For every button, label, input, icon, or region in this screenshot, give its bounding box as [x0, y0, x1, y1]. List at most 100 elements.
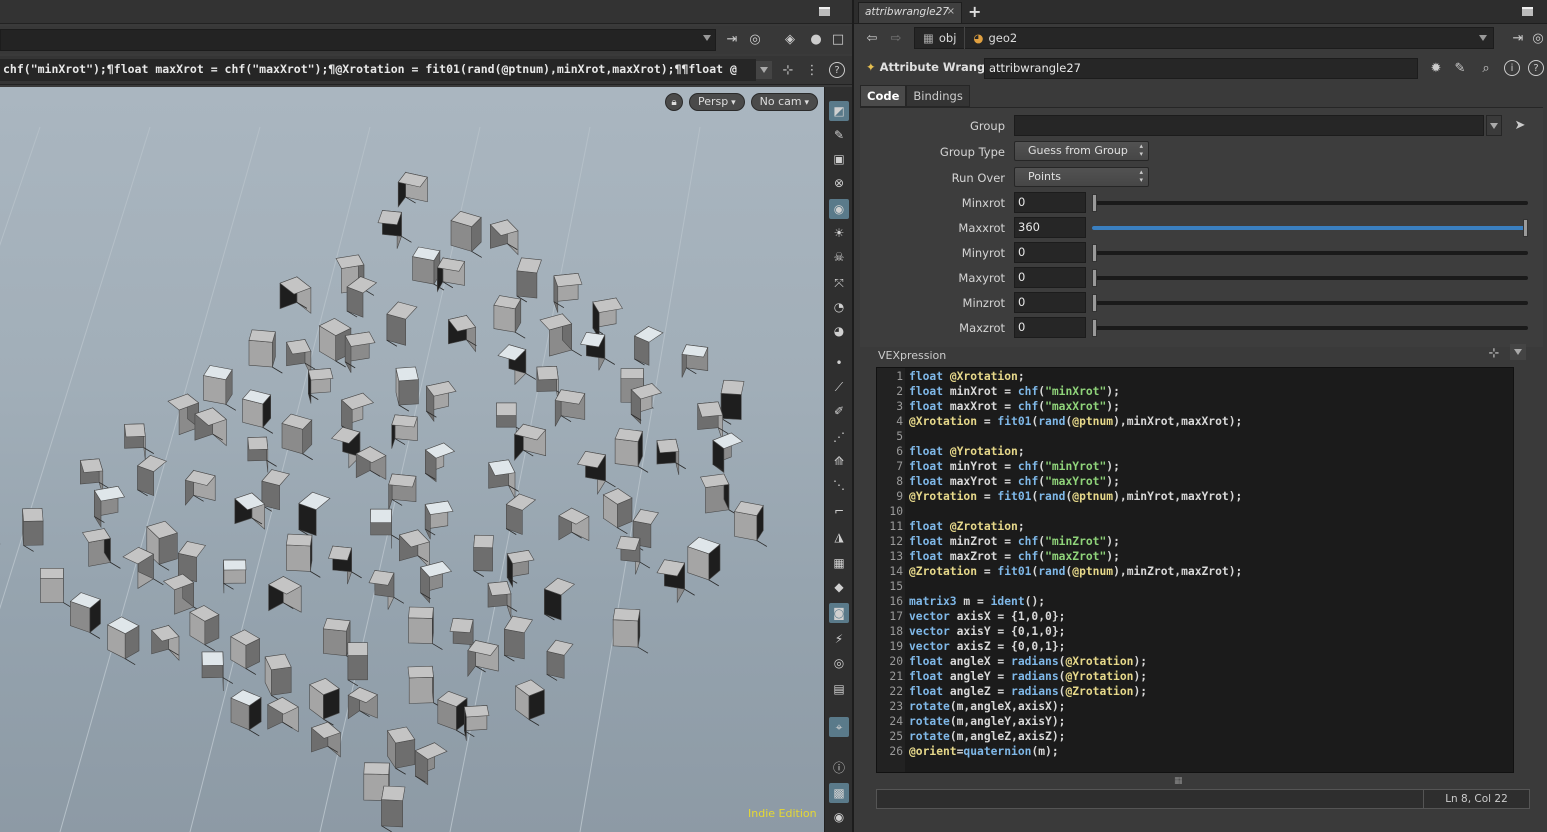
- edge-icon[interactable]: ⟋: [829, 377, 849, 397]
- node-path-field[interactable]: ▦ obj ◕ geo2: [914, 27, 1494, 49]
- cube-instance: [151, 624, 180, 661]
- back-arrow-icon[interactable]: ⇦: [864, 30, 880, 46]
- vex-menu-dropdown[interactable]: [1510, 344, 1526, 360]
- group-field[interactable]: [1014, 115, 1484, 136]
- record-icon[interactable]: ◎: [829, 653, 849, 673]
- link-icon[interactable]: ◎: [747, 31, 763, 47]
- pin-icon[interactable]: ⇥: [724, 31, 740, 47]
- cube-instance: [734, 501, 768, 547]
- node-name-field[interactable]: attribwrangle27: [984, 58, 1418, 79]
- maximize-pane-icon[interactable]: [1522, 7, 1533, 16]
- add-spare-param-icon[interactable]: ⊹: [1486, 345, 1502, 361]
- info-icon[interactable]: i: [1504, 60, 1520, 76]
- skull-icon[interactable]: ☠: [829, 247, 849, 267]
- display-options-icon[interactable]: ◈: [782, 31, 798, 47]
- cube-instance: [298, 491, 331, 537]
- slider-value-field[interactable]: 360: [1014, 217, 1086, 238]
- slider-track[interactable]: [1092, 294, 1528, 312]
- snap-icon[interactable]: ◮: [829, 527, 849, 547]
- slider-value-field[interactable]: 0: [1014, 267, 1086, 288]
- chevron-down-icon[interactable]: [703, 35, 711, 41]
- vex-code-editor[interactable]: 1 float @Xrotation; 2 float minXrot = chf("…: [876, 367, 1514, 773]
- group-type-menu[interactable]: Guess from Group: [1014, 141, 1149, 161]
- gear-icon[interactable]: ✹: [1428, 60, 1444, 76]
- view-tool-icon[interactable]: ◉: [829, 199, 849, 219]
- camera-menu[interactable]: No cam: [750, 93, 818, 111]
- select-arrow-icon[interactable]: ➤: [1512, 117, 1528, 133]
- slider-value-field[interactable]: 0: [1014, 242, 1086, 263]
- transform-icon[interactable]: ⤧: [829, 273, 849, 293]
- tab-code[interactable]: Code: [860, 85, 907, 107]
- line-number: 24: [889, 715, 903, 728]
- eye-tool-icon[interactable]: ◔: [829, 297, 849, 317]
- help-icon[interactable]: ?: [829, 62, 845, 78]
- slider-track[interactable]: [1092, 269, 1528, 287]
- lock-tool-icon[interactable]: ▣: [829, 149, 849, 169]
- slider-value-field[interactable]: 0: [1014, 317, 1086, 338]
- point-icon[interactable]: •: [829, 353, 849, 373]
- slider-value-field[interactable]: 0: [1014, 292, 1086, 313]
- brush-tool-icon[interactable]: ✎: [829, 125, 849, 145]
- tree-icon[interactable]: ⋮: [804, 62, 820, 78]
- slider-handle[interactable]: [1092, 269, 1097, 287]
- pin-icon[interactable]: ⇥: [1510, 30, 1526, 46]
- lock-camera-icon[interactable]: 🔒︎: [665, 93, 683, 111]
- close-icon[interactable]: ×: [947, 6, 955, 17]
- slider-handle[interactable]: [1523, 219, 1528, 237]
- breadcrumb-obj[interactable]: ▦ obj: [915, 31, 964, 45]
- tab-bindings[interactable]: Bindings: [906, 85, 970, 107]
- maximize-pane-icon[interactable]: [819, 7, 830, 16]
- slider-track[interactable]: [1092, 319, 1528, 337]
- scene-path-field[interactable]: [0, 29, 716, 51]
- slider-track[interactable]: [1092, 219, 1528, 237]
- expression-field[interactable]: chf("minXrot");¶float maxXrot = chf("max…: [0, 59, 756, 81]
- help-icon[interactable]: ?: [1528, 60, 1544, 76]
- expression-dropdown[interactable]: [756, 61, 772, 79]
- render-icon[interactable]: ▤: [829, 679, 849, 699]
- cube-instance: [40, 567, 74, 609]
- slider-handle[interactable]: [1092, 294, 1097, 312]
- light-icon[interactable]: ☀: [829, 223, 849, 243]
- chevron-down-icon[interactable]: [1479, 35, 1487, 41]
- add-expression-icon[interactable]: ⊹: [780, 62, 796, 78]
- run-over-menu[interactable]: Points: [1014, 167, 1149, 187]
- point-numbers-icon[interactable]: ⋰: [829, 427, 849, 447]
- wand-icon[interactable]: ⚡︎: [829, 629, 849, 649]
- slider-handle[interactable]: [1092, 194, 1097, 212]
- normals-icon[interactable]: ⟰: [829, 451, 849, 471]
- eye-icon[interactable]: ◉: [829, 807, 849, 827]
- layout-icon[interactable]: ▩: [829, 783, 849, 803]
- tab-attribwrangle27[interactable]: attribwrangle27 ×: [858, 2, 962, 23]
- camera-icon[interactable]: ◙: [829, 603, 849, 623]
- close-tool-icon[interactable]: ⊗: [829, 173, 849, 193]
- search-icon[interactable]: ⌕: [1478, 60, 1494, 76]
- slider-handle[interactable]: [1092, 244, 1097, 262]
- breadcrumb-geo[interactable]: ◕ geo2: [965, 31, 1025, 45]
- resize-handle-icon[interactable]: ▦: [1174, 776, 1183, 786]
- slider-handle[interactable]: [1092, 319, 1097, 337]
- slider-track[interactable]: [1092, 194, 1528, 212]
- corner-icon[interactable]: ⌐: [829, 501, 849, 521]
- 3d-viewport[interactable]: 🔒︎ Persp No cam Indie Edition: [0, 87, 824, 832]
- slider-value-field[interactable]: 0: [1014, 192, 1086, 213]
- shading-icon[interactable]: ●: [808, 31, 824, 47]
- info-icon[interactable]: ⓘ: [829, 757, 849, 777]
- location-icon[interactable]: ⌖: [829, 717, 849, 737]
- add-tab-icon[interactable]: +: [968, 2, 981, 21]
- visibility-icon[interactable]: ◕: [829, 321, 849, 341]
- link-icon[interactable]: ◎: [1530, 30, 1546, 46]
- grid-icon[interactable]: ▦: [829, 553, 849, 573]
- editor-scrollbar[interactable]: [1518, 400, 1524, 760]
- select-tool-icon[interactable]: ◩: [829, 101, 849, 121]
- perspective-menu[interactable]: Persp: [689, 93, 745, 111]
- group-dropdown[interactable]: [1486, 115, 1502, 136]
- diamond-icon[interactable]: ◆: [829, 577, 849, 597]
- slider-track[interactable]: [1092, 244, 1528, 262]
- pen-icon[interactable]: ✐: [829, 401, 849, 421]
- forward-arrow-icon[interactable]: ⇨: [888, 30, 904, 46]
- prim-numbers-icon[interactable]: ⋱: [829, 475, 849, 495]
- background-icon[interactable]: □: [830, 31, 846, 47]
- line-number: 7: [896, 460, 903, 473]
- slider-row: Maxxrot 360: [860, 217, 1543, 239]
- brush-icon[interactable]: ✎: [1452, 60, 1468, 76]
